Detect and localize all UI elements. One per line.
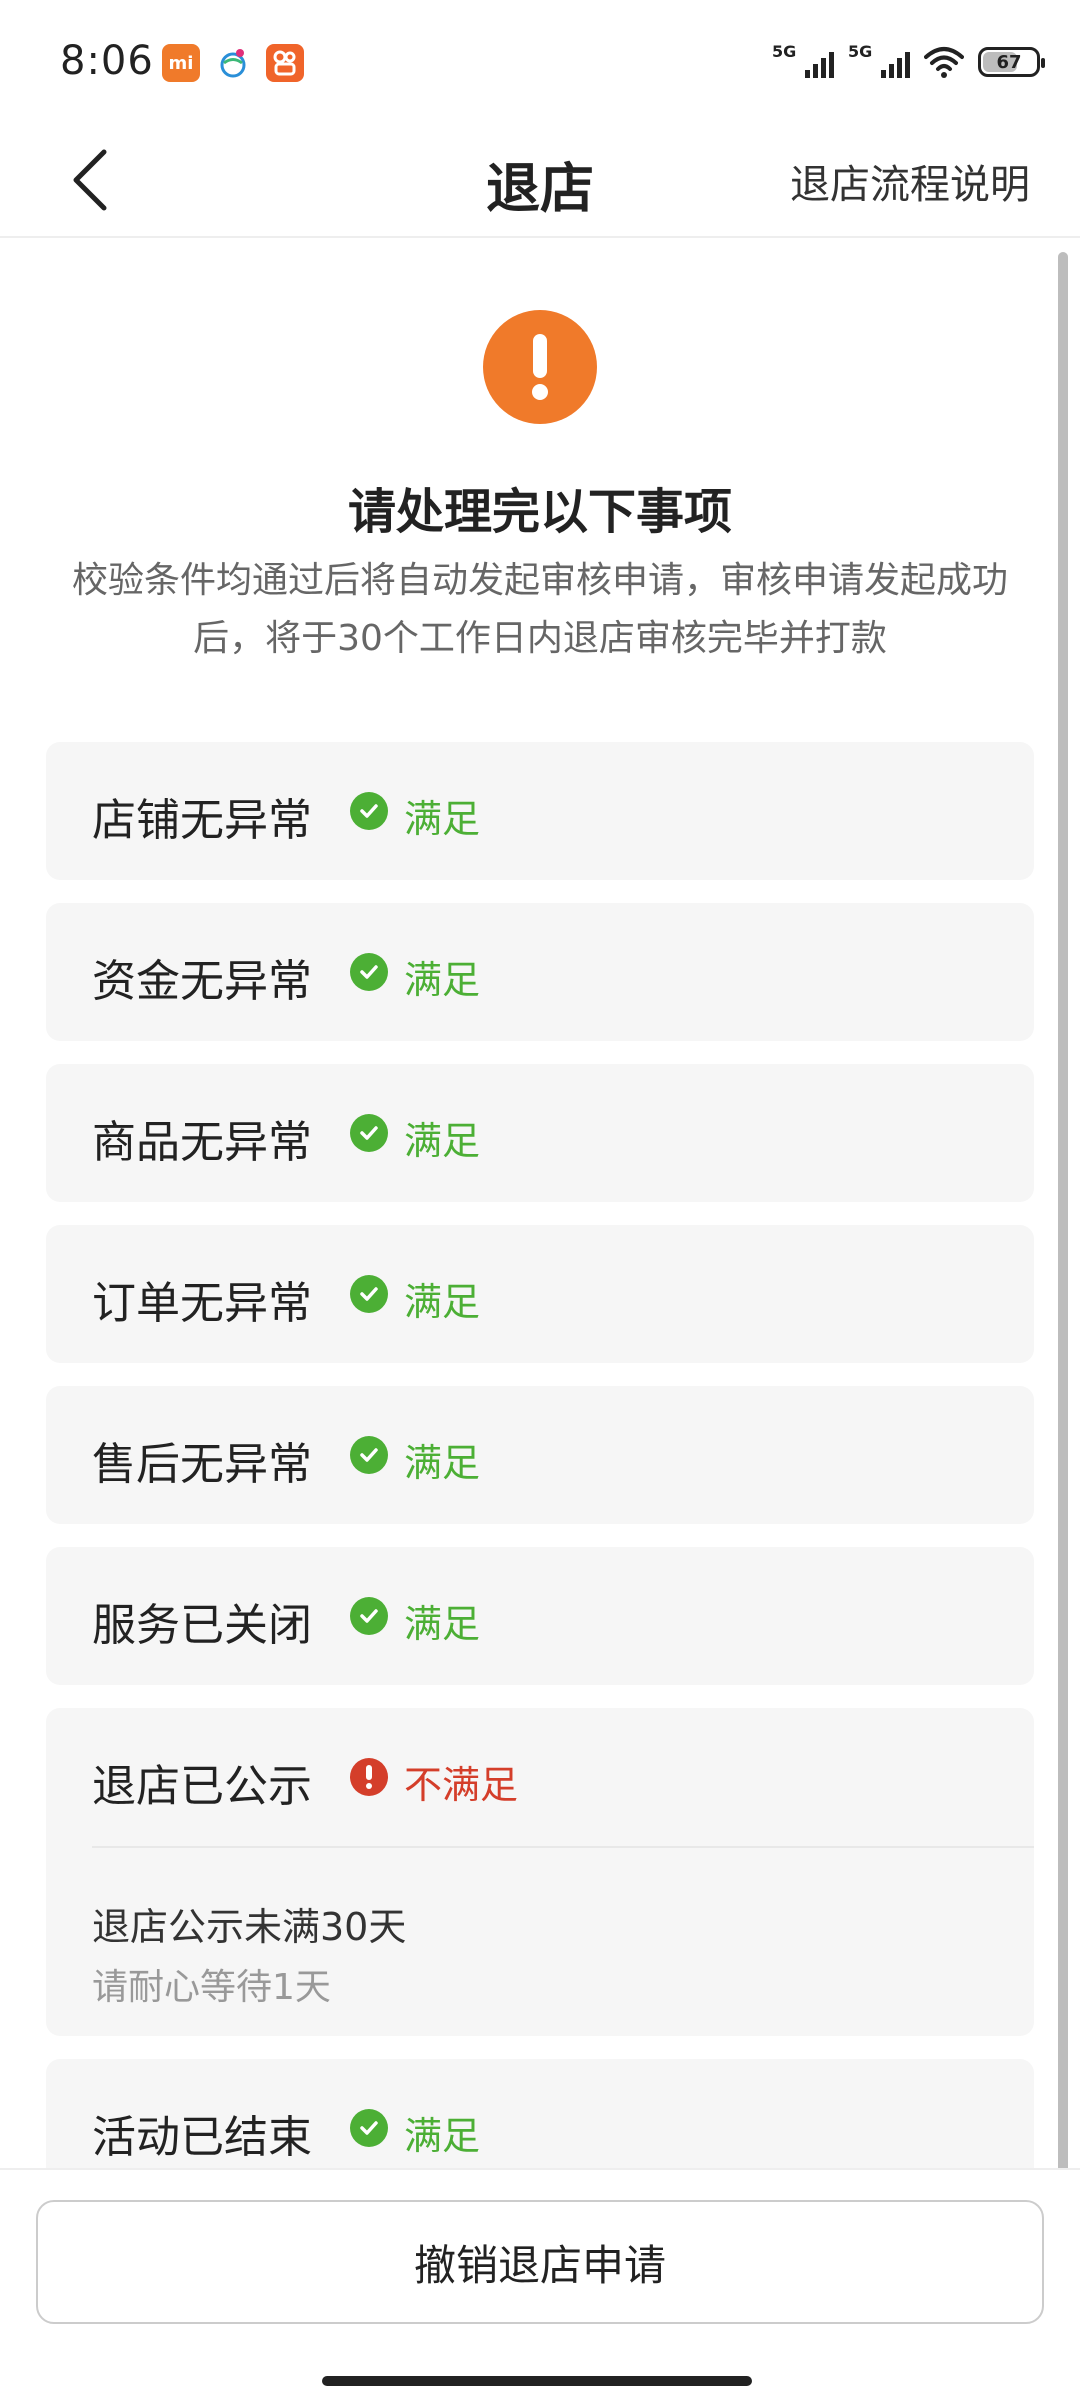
check-status: 满足 — [404, 1280, 481, 1324]
status-bar: 8:06 mi 5G 5G 67 — [0, 0, 1080, 118]
wifi-icon — [924, 47, 964, 78]
check-item-products: 商品无异常 满足 — [46, 1064, 1034, 1202]
status-time: 8:06 — [60, 38, 154, 84]
check-circle-icon — [350, 792, 388, 830]
battery-icon: 67 — [978, 47, 1045, 77]
check-status: 满足 — [404, 2114, 481, 2158]
check-item-orders: 订单无异常 满足 — [46, 1225, 1034, 1363]
check-hint: 请耐心等待1天 — [92, 1967, 331, 2008]
warning-icon — [483, 310, 597, 424]
mi-app-icon: mi — [162, 44, 200, 82]
check-item-name: 店铺无异常 — [92, 795, 312, 846]
check-status: 满足 — [404, 797, 481, 841]
check-circle-icon — [350, 1275, 388, 1313]
bottom-action-bar: 撤销退店申请 — [0, 2168, 1080, 2400]
check-circle-icon — [350, 1597, 388, 1635]
check-item-aftersales: 售后无异常 满足 — [46, 1386, 1034, 1524]
check-status: 满足 — [404, 958, 481, 1002]
signal-icon: 5G — [848, 42, 910, 82]
check-item-activities: 活动已结束 满足 — [46, 2059, 1034, 2168]
check-item-publicity: 退店已公示 不满足 退店公示未满30天 请耐心等待1天 — [46, 1708, 1034, 2036]
scrollbar[interactable] — [1058, 252, 1068, 2322]
check-item-name: 活动已结束 — [92, 2112, 312, 2163]
check-status: 不满足 — [404, 1763, 519, 1807]
exit-process-link[interactable]: 退店流程说明 — [790, 152, 1030, 210]
check-item-name: 订单无异常 — [92, 1278, 312, 1329]
check-circle-icon — [350, 2109, 388, 2147]
check-item-name: 资金无异常 — [92, 956, 312, 1007]
check-status: 满足 — [404, 1119, 481, 1163]
check-status: 满足 — [404, 1441, 481, 1485]
home-indicator[interactable] — [322, 2376, 752, 2386]
signal-icon: 5G — [772, 42, 834, 82]
content-scroll-area[interactable]: 请处理完以下事项 校验条件均通过后将自动发起审核申请，审核申请发起成功后，将于3… — [0, 240, 1080, 2168]
status-app-icons: mi — [162, 44, 304, 82]
notice-title: 请处理完以下事项 — [347, 484, 732, 540]
kwai-app-icon — [266, 44, 304, 82]
check-status: 满足 — [404, 1602, 481, 1646]
notice-description: 校验条件均通过后将自动发起审核申请，审核申请发起成功后，将于30个工作日内退店审… — [71, 560, 1008, 659]
status-indicators: 5G 5G 67 — [772, 42, 1045, 82]
check-item-name: 售后无异常 — [92, 1439, 312, 1490]
check-circle-icon — [350, 953, 388, 991]
check-detail: 退店公示未满30天 — [92, 1905, 407, 1949]
check-item-funds: 资金无异常 满足 — [46, 903, 1034, 1041]
check-circle-icon — [350, 1114, 388, 1152]
globe-app-icon — [214, 44, 252, 82]
check-circle-icon — [350, 1436, 388, 1474]
divider — [92, 1846, 1034, 1848]
check-item-services: 服务已关闭 满足 — [46, 1547, 1034, 1685]
nav-header: 退店 退店流程说明 — [0, 118, 1080, 238]
check-item-store: 店铺无异常 满足 — [46, 742, 1034, 880]
check-item-name: 商品无异常 — [92, 1117, 312, 1168]
cancel-exit-button[interactable]: 撤销退店申请 — [36, 2200, 1044, 2324]
exclamation-circle-icon — [350, 1758, 388, 1796]
check-item-name: 服务已关闭 — [92, 1600, 312, 1651]
check-item-name: 退店已公示 — [92, 1761, 312, 1812]
